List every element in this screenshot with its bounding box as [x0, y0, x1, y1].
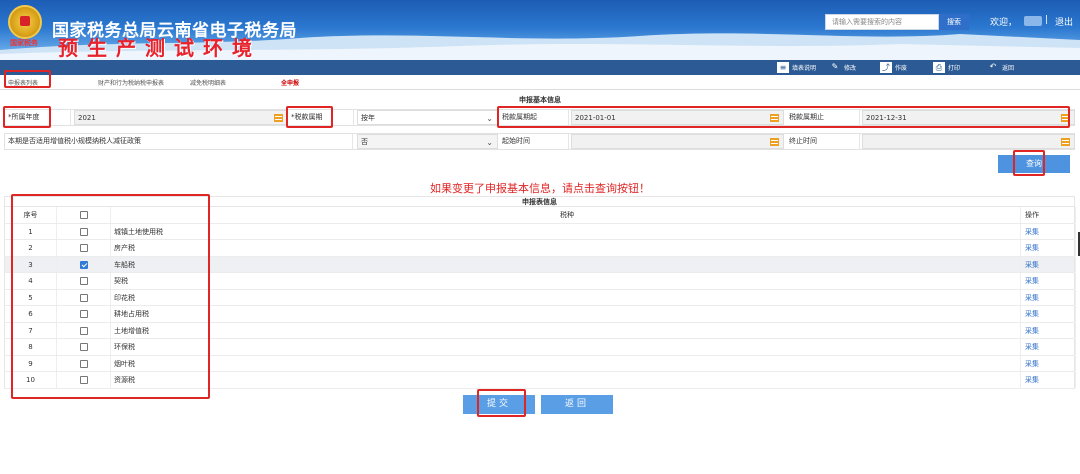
period-select[interactable]: 按年 ⌄	[357, 110, 498, 125]
begin-time-label: 起始时间	[499, 134, 569, 149]
tax-name: 烟叶税	[111, 355, 1021, 371]
logout-link[interactable]: 退出	[1055, 15, 1073, 28]
tax-name: 土地增值税	[111, 322, 1021, 338]
tax-emblem-icon	[8, 5, 42, 39]
header-separator: |	[1045, 15, 1049, 25]
collect-link[interactable]: 采集	[1021, 306, 1076, 322]
welcome-text: 欢迎，	[990, 18, 1018, 28]
toolbar-label: 填表说明	[792, 65, 817, 72]
collect-link[interactable]: 采集	[1021, 339, 1076, 355]
tax-name: 契税	[111, 273, 1021, 289]
collect-link[interactable]: 采集	[1021, 223, 1076, 239]
toolbar-label: 修改	[844, 65, 857, 72]
collect-link[interactable]: 采集	[1021, 372, 1076, 388]
tax-name: 城镇土地使用税	[111, 223, 1021, 239]
toolbar-label: 返回	[1002, 65, 1015, 72]
highlight-period	[286, 106, 333, 128]
year-field[interactable]: 2021	[74, 110, 288, 125]
collect-link[interactable]: 采集	[1021, 322, 1076, 338]
highlight-submit	[477, 389, 526, 417]
form-guide-icon: ≡	[777, 62, 789, 73]
tab-full-declaration[interactable]: 全申报	[281, 78, 299, 87]
highlight-tax-list	[11, 194, 210, 399]
back-toolbar-button[interactable]: ↶ 返回	[987, 61, 1014, 74]
begin-time-field[interactable]	[571, 134, 784, 149]
search-button[interactable]: 搜索	[939, 14, 969, 30]
action-toolbar: ≡ 填表说明 ✎ 修改 ⤴ 作废 ⎙ 打印 ↶ 返回	[0, 60, 1080, 75]
tax-name: 环保税	[111, 339, 1021, 355]
collect-link[interactable]: 采集	[1021, 273, 1076, 289]
policy-value: 否	[361, 138, 368, 146]
collect-link[interactable]: 采集	[1021, 240, 1076, 256]
void-button[interactable]: ⤴ 作废	[880, 61, 907, 74]
calendar-icon[interactable]	[1061, 138, 1070, 146]
emblem-label: 国家税务	[10, 39, 38, 47]
collect-link[interactable]: 采集	[1021, 256, 1076, 272]
chevron-down-icon: ⌄	[486, 138, 493, 147]
end-time-field[interactable]	[862, 134, 1075, 149]
policy-label: 本期是否适用增值税小规模纳税人减征政策	[5, 134, 353, 149]
highlight-query	[1013, 150, 1045, 176]
tax-name: 印花税	[111, 289, 1021, 305]
tax-name: 耕地占用税	[111, 306, 1021, 322]
chevron-down-icon: ⌄	[486, 114, 493, 123]
highlight-dates	[497, 106, 1070, 128]
environment-title: 预生产测试环境	[58, 36, 261, 60]
tax-name: 资源税	[111, 372, 1021, 388]
void-icon: ⤴	[880, 62, 892, 73]
site-header: 国家税务 国家税务总局云南省电子税务局 预生产测试环境 请输入需要搜索的内容 搜…	[0, 0, 1080, 60]
tab-exemption-detail[interactable]: 减免税明细表	[190, 78, 226, 87]
period-value: 按年	[361, 114, 375, 122]
toolbar-label: 作废	[895, 65, 908, 72]
tax-name: 车船税	[111, 256, 1021, 272]
end-time-label: 终止时间	[786, 134, 860, 149]
highlight-year	[3, 106, 51, 128]
header-tax: 税种	[111, 207, 1021, 223]
printer-icon: ⎙	[933, 62, 945, 73]
username-masked	[1024, 16, 1042, 26]
pencil-icon: ✎	[831, 62, 839, 71]
year-value: 2021	[78, 114, 96, 122]
edit-button[interactable]: ✎ 修改	[829, 61, 856, 74]
form-row-policy: 本期是否适用增值税小规模纳税人减征政策 否 ⌄ 起始时间 终止时间	[4, 133, 1075, 150]
toolbar-label: 打印	[948, 65, 961, 72]
back-arrow-icon: ↶	[989, 62, 997, 71]
collect-link[interactable]: 采集	[1021, 355, 1076, 371]
search-input[interactable]: 请输入需要搜索的内容	[825, 14, 939, 30]
basic-info-title: 申报基本信息	[519, 96, 561, 104]
back-button[interactable]: 返回	[541, 395, 613, 414]
calendar-icon[interactable]	[274, 114, 283, 122]
form-guide-button[interactable]: ≡ 填表说明	[777, 61, 816, 74]
collect-link[interactable]: 采集	[1021, 289, 1076, 305]
header-op: 操作	[1021, 207, 1076, 223]
print-button[interactable]: ⎙ 打印	[933, 61, 960, 74]
tax-name: 房产税	[111, 240, 1021, 256]
highlight-tab	[4, 70, 51, 88]
tab-bar: 申报表列表 财产和行为税纳税申报表 减免税明细表 全申报	[0, 75, 1080, 90]
tab-property-behavior-tax[interactable]: 财产和行为税纳税申报表	[98, 78, 164, 87]
policy-select[interactable]: 否 ⌄	[357, 134, 498, 149]
calendar-icon[interactable]	[770, 138, 779, 146]
